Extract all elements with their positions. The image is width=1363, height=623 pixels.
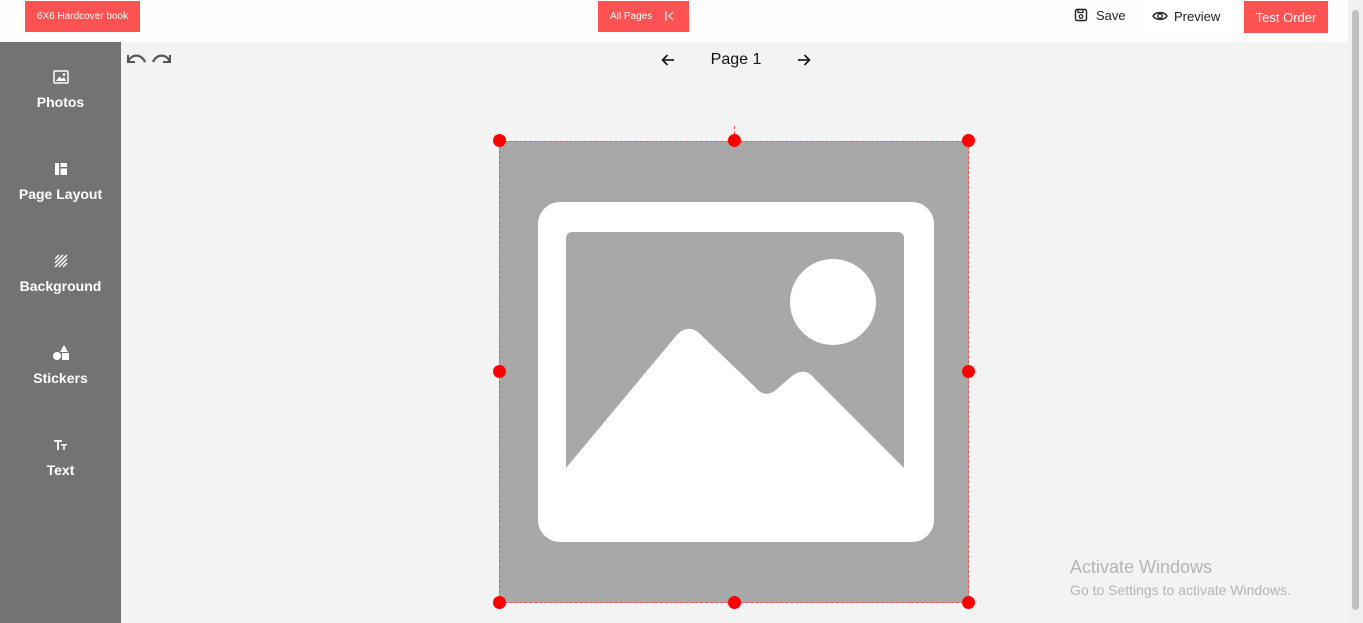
resize-handle-bottom-left[interactable] [493,596,506,609]
redo-icon[interactable] [151,50,173,66]
vertical-scrollbar[interactable] [1348,0,1363,623]
top-toolbar: 6X6 Hardcover book All Pages Save Previe… [0,0,1348,42]
image-placeholder-icon [538,202,934,542]
resize-handle-bottom-right[interactable] [962,596,975,609]
save-label: Save [1096,7,1126,23]
sidebar-item-stickers[interactable]: Stickers [0,344,121,414]
watermark-subtitle: Go to Settings to activate Windows. [1070,582,1291,598]
hatch-pattern-icon [52,252,70,270]
floppy-disk-icon [1074,8,1088,22]
sidebar-item-label: Text [46,462,75,478]
sidebar-item-label: Page Layout [18,186,103,202]
arrow-left-icon[interactable] [656,48,680,72]
resize-handle-top-right[interactable] [962,134,975,147]
preview-button[interactable]: Preview [1140,0,1234,32]
collapse-left-icon[interactable] [664,9,676,23]
sidebar-item-photos[interactable]: Photos [0,68,121,138]
resize-handle-top[interactable] [728,134,741,147]
preview-label: Preview [1174,8,1221,24]
photo-placeholder-frame[interactable] [499,141,969,603]
product-name-button[interactable]: 6X6 Hardcover book [25,1,140,32]
watermark-title: Activate Windows [1070,557,1213,577]
activation-watermark: Activate Windows Go to Settings to activ… [1070,557,1291,598]
all-pages-label: All Pages [610,11,653,22]
sidebar-item-label: Stickers [33,370,88,386]
sidebar-item-text[interactable]: Text [0,436,121,506]
sidebar: Photos Page Layout Background Stickers T… [0,42,121,623]
test-order-button[interactable]: Test Order [1244,1,1328,33]
scrollbar-thumb[interactable] [1352,10,1359,610]
page-navigator: Page 1 [656,48,816,72]
sidebar-item-label: Photos [36,94,85,110]
eye-icon [1152,11,1168,21]
history-controls [125,50,173,66]
all-pages-button[interactable]: All Pages [598,1,689,32]
undo-icon[interactable] [125,50,147,66]
layout-icon [52,160,70,178]
text-size-icon [52,436,70,454]
image-icon [52,68,70,86]
resize-handle-left[interactable] [493,365,506,378]
resize-handle-top-left[interactable] [493,134,506,147]
sidebar-item-background[interactable]: Background [0,252,121,322]
page-label: Page 1 [710,51,762,68]
save-button[interactable]: Save [1070,4,1130,26]
resize-handle-bottom[interactable] [728,596,741,609]
shapes-icon [52,344,70,362]
sidebar-item-label: Background [19,278,102,294]
sidebar-item-page-layout[interactable]: Page Layout [0,160,121,230]
resize-handle-right[interactable] [962,365,975,378]
arrow-right-icon[interactable] [792,48,816,72]
